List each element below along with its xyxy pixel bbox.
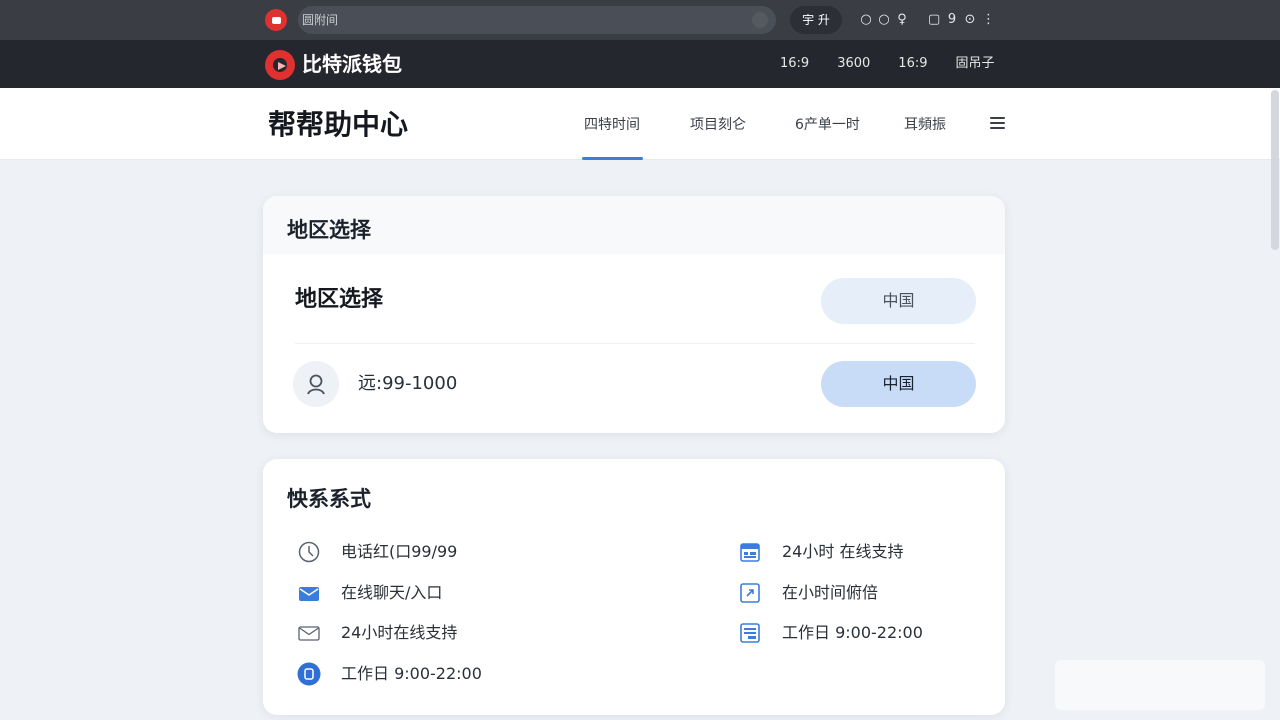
document-icon [738, 621, 762, 645]
contact-text: 电话红(口99/99 [341, 542, 458, 561]
contact-text: 在线聊天/入口 [341, 583, 443, 602]
contact-text: 24小时 在线支持 [782, 542, 904, 561]
more-icon[interactable]: ⋮ [982, 11, 995, 29]
header-link[interactable]: 16:9 [898, 54, 927, 74]
menu-icon[interactable] [990, 117, 1005, 131]
clock-icon [297, 540, 321, 564]
region-card: 地区选择 地区选择 中国 远:99-1000 中国 [263, 196, 1005, 433]
brand-logo-icon[interactable] [265, 50, 295, 80]
contact-item-mail[interactable]: 24小时在线支持 [297, 620, 457, 646]
page-scrollbar[interactable] [1271, 90, 1279, 250]
location-pin-icon [293, 361, 339, 407]
watermark [1055, 660, 1265, 710]
badge-icon [297, 662, 321, 686]
contact-item-hours[interactable]: 工作日 9:00-22:00 [297, 661, 482, 687]
browser-toolbar: 圆附间 宇 升 ○ ○ ♀ ▢ 9 ⊙ ⋮ [0, 0, 1280, 40]
expand-icon [738, 581, 762, 605]
contact-item-support[interactable]: 24小时 在线支持 [738, 539, 903, 565]
contact-text: 工作日 9:00-22:00 [341, 664, 482, 683]
contact-text: 在小时间俯倍 [782, 583, 879, 602]
address-bar[interactable]: 圆附间 [298, 6, 776, 34]
pin-icon[interactable]: ♀ [896, 11, 908, 29]
circle-icon[interactable]: ○ [878, 11, 890, 29]
circle-icon[interactable]: ○ [860, 11, 872, 29]
contact-item-response[interactable]: 在小时间俯倍 [738, 580, 878, 606]
card-title: 怏系系式 [287, 487, 371, 511]
dot-circle-icon[interactable]: ⊙ [964, 11, 976, 29]
browser-action-button[interactable]: 宇 升 [790, 6, 842, 34]
help-center-nav: 帮帮助中心 四特时间 项目刻仑 6产单一时 耳頻振 [0, 88, 1280, 160]
contact-card: 怏系系式 电话红(口99/99 在线聊天/入口 24小时在线支持 工作日 9:0… [263, 459, 1005, 715]
card-title: 地区选择 [263, 196, 1005, 254]
mail-icon [297, 621, 321, 645]
divider [295, 343, 975, 344]
region-value: 远:99-1000 [358, 373, 458, 394]
tab-0[interactable]: 四特时间 [582, 114, 643, 160]
browser-icon-group: ○ ○ ♀ ▢ 9 ⊙ ⋮ [860, 11, 995, 29]
tab-3[interactable]: 耳頻振 [904, 114, 946, 160]
header-link[interactable]: 3600 [837, 54, 870, 74]
chat-icon [297, 581, 321, 605]
header-link[interactable]: 固吊子 [956, 54, 995, 74]
contact-item-chat[interactable]: 在线聊天/入口 [297, 580, 442, 606]
brand-name[interactable]: 比特派钱包 [302, 51, 402, 77]
region-confirm-button[interactable]: 中国 [821, 361, 976, 407]
calendar-icon [738, 540, 762, 564]
site-header: 比特派钱包 16:9 3600 16:9 固吊子 [0, 40, 1280, 88]
tab-2[interactable]: 6产单一时 [795, 114, 860, 160]
header-links: 16:9 3600 16:9 固吊子 [780, 54, 995, 74]
tab-1[interactable]: 项目刻仑 [690, 114, 746, 160]
address-text: 圆附间 [302, 13, 339, 27]
page-title: 帮帮助中心 [268, 108, 409, 141]
window-icon[interactable]: ▢ [928, 11, 940, 29]
address-bar-icon[interactable] [752, 12, 768, 28]
region-row-title: 地区选择 [295, 287, 384, 312]
browser-tab-icon[interactable] [265, 9, 287, 31]
contact-item-workday[interactable]: 工作日 9:00-22:00 [738, 620, 923, 646]
region-select-button[interactable]: 中国 [821, 278, 976, 324]
contact-text: 24小时在线支持 [341, 623, 458, 642]
contact-item-phone[interactable]: 电话红(口99/99 [297, 539, 457, 565]
bell-icon[interactable]: 9 [946, 11, 958, 29]
header-link[interactable]: 16:9 [780, 54, 809, 74]
contact-text: 工作日 9:00-22:00 [782, 623, 923, 642]
